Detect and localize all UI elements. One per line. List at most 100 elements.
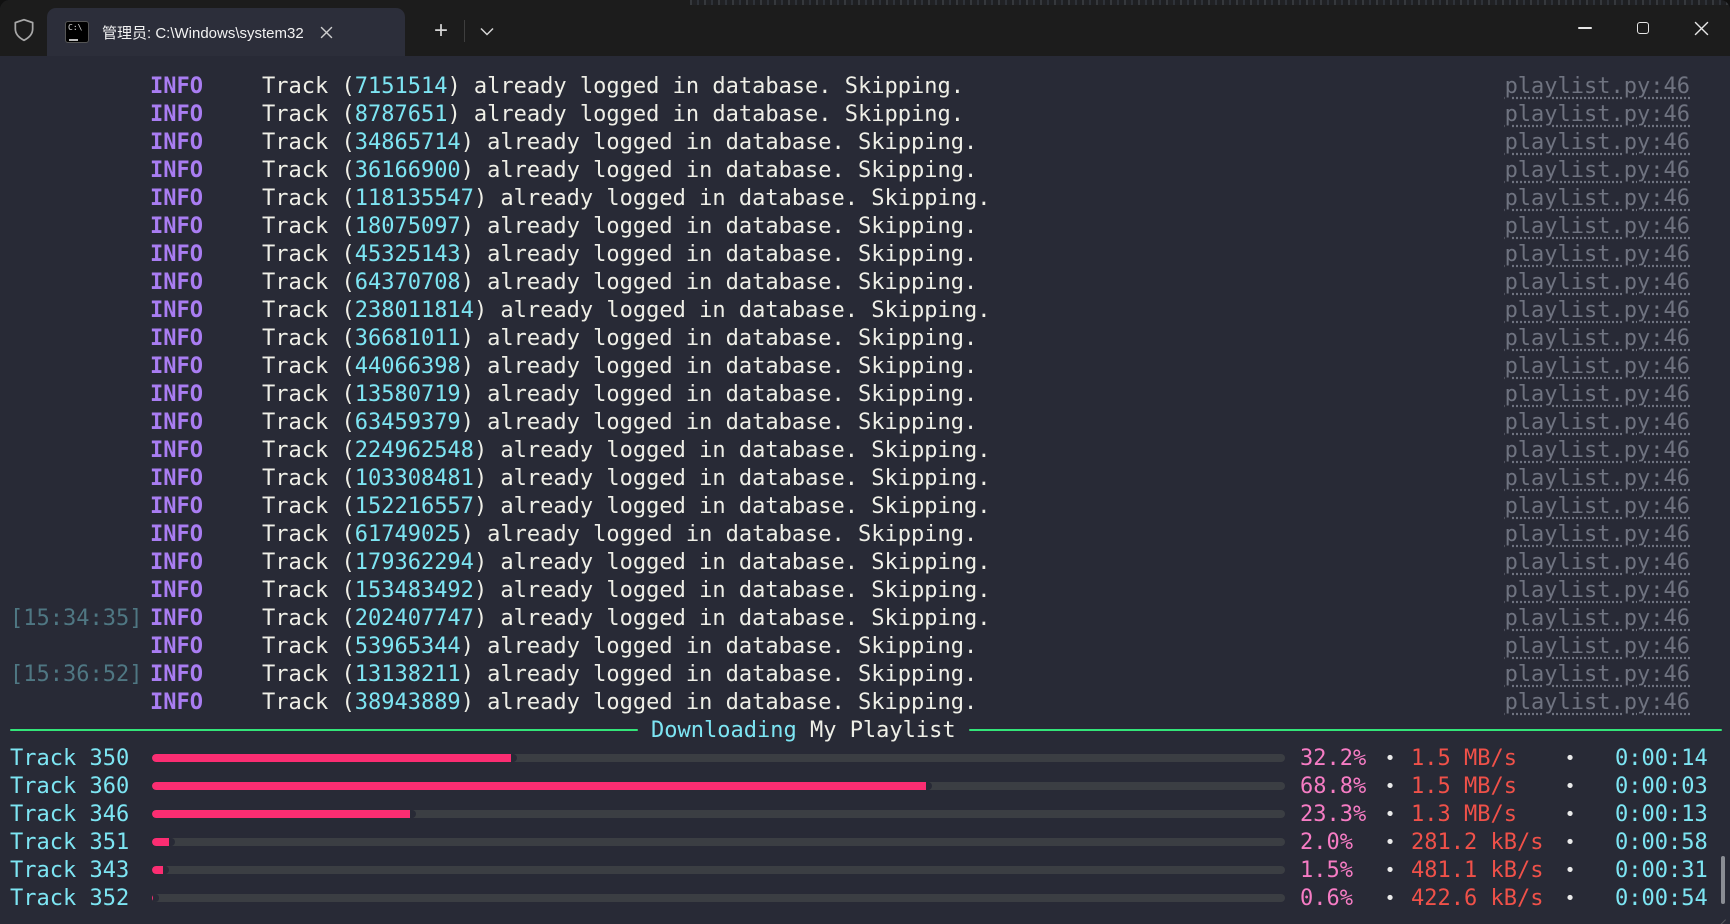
progress-eta: 0:00:03 [1615,773,1708,799]
file-link[interactable]: playlist.py:46 [1505,214,1690,239]
new-tab-button[interactable]: + [424,14,458,48]
message-prefix: Track ( [262,521,355,547]
message-suffix: ) already logged in database. Skipping. [447,73,964,99]
log-message: Track (224962548) already logged in data… [262,438,1505,463]
track-id: 7151514 [354,73,448,99]
message-prefix: Track ( [262,73,355,99]
track-id: 36166900 [354,157,461,183]
log-message: Track (13580719) already logged in datab… [262,382,1505,407]
file-link[interactable]: playlist.py:46 [1505,494,1690,519]
progress-bar-fill [152,838,175,846]
progress-bar-track [152,810,1285,818]
admin-shield-icon [14,18,34,42]
file-link[interactable]: playlist.py:46 [1505,662,1690,687]
log-row: INFO Track (45325143) already logged in d… [0,240,1730,268]
log-level: INFO [150,129,203,155]
log-row: INFO Track (13580719) already logged in d… [0,380,1730,408]
file-link[interactable]: playlist.py:46 [1505,242,1690,267]
message-suffix: ) already logged in database. Skipping. [473,577,991,603]
file-link[interactable]: playlist.py:46 [1505,606,1690,631]
message-suffix: ) already logged in database. Skipping. [460,325,978,351]
cmd-icon-prompt: C:\ [68,23,83,32]
track-id: 13138211 [354,661,461,687]
minimize-button[interactable] [1556,0,1614,56]
file-link[interactable]: playlist.py:46 [1505,410,1690,435]
maximize-icon [1637,22,1649,34]
log-level: INFO [150,241,203,267]
rule-line [968,729,1722,731]
file-link[interactable]: playlist.py:46 [1505,158,1690,183]
log-row: INFO Track (7151514) already logged in da… [0,72,1730,100]
track-id: 45325143 [354,241,461,267]
file-link[interactable]: playlist.py:46 [1505,326,1690,351]
file-link[interactable]: playlist.py:46 [1505,270,1690,295]
message-prefix: Track ( [262,493,355,519]
track-id: 64370708 [354,269,461,295]
message-prefix: Track ( [262,577,355,603]
file-link[interactable]: playlist.py:46 [1505,550,1690,575]
track-id: 53965344 [354,633,461,659]
message-suffix: ) already logged in database. Skipping. [460,633,978,659]
log-message: Track (36681011) already logged in datab… [262,326,1505,351]
log-level: INFO [150,381,203,407]
message-prefix: Track ( [262,157,355,183]
terminal-window: C:\ 管理员: C:\Windows\system32 + INFO Track… [0,0,1730,924]
bullet-separator-icon: • [1384,747,1396,769]
tab-dropdown-button[interactable] [470,14,504,48]
file-link[interactable]: playlist.py:46 [1505,74,1690,99]
progress-percent: 1.5% [1300,857,1353,883]
log-message: Track (36166900) already logged in datab… [262,158,1505,183]
message-prefix: Track ( [262,437,355,463]
message-prefix: Track ( [262,185,355,211]
file-link[interactable]: playlist.py:46 [1505,634,1690,659]
track-id: 202407747 [354,605,474,631]
file-link[interactable]: playlist.py:46 [1505,130,1690,155]
log-level: INFO [150,521,203,547]
maximize-button[interactable] [1614,0,1672,56]
message-suffix: ) already logged in database. Skipping. [460,689,978,715]
progress-bar-track [152,782,1285,790]
log-message: Track (179362294) already logged in data… [262,550,1505,575]
progress-percent: 2.0% [1300,829,1353,855]
file-link[interactable]: playlist.py:46 [1505,522,1690,547]
file-link[interactable]: playlist.py:46 [1505,186,1690,211]
message-prefix: Track ( [262,689,355,715]
resize-grip-icon[interactable] [1709,919,1726,924]
log-message: Track (152216557) already logged in data… [262,494,1505,519]
file-link[interactable]: playlist.py:46 [1505,298,1690,323]
file-link[interactable]: playlist.py:46 [1505,102,1690,127]
file-link[interactable]: playlist.py:46 [1505,578,1690,603]
titlebar[interactable]: C:\ 管理员: C:\Windows\system32 + [0,0,1730,56]
chevron-down-icon [480,27,494,36]
tab-close-icon[interactable] [314,19,340,45]
track-id: 153483492 [354,577,474,603]
scrollbar-thumb[interactable] [1721,856,1725,904]
progress-row: Track 343 1.5% • 481.1 kB/s • 0:00:31 [0,856,1730,884]
file-link[interactable]: playlist.py:46 [1505,466,1690,491]
log-row: INFO Track (36166900) already logged in d… [0,156,1730,184]
file-link[interactable]: playlist.py:46 [1505,354,1690,379]
track-id: 34865714 [354,129,461,155]
progress-row: Track 352 0.6% • 422.6 kB/s • 0:00:54 [0,884,1730,912]
log-row: INFO Track (238011814) already logged in … [0,296,1730,324]
progress-track-label: Track 346 [10,801,130,827]
rule-line [10,729,638,731]
file-link[interactable]: playlist.py:46 [1505,690,1690,715]
close-button[interactable] [1672,0,1730,56]
log-message: Track (44066398) already logged in datab… [262,354,1505,379]
log-row: INFO Track (44066398) already logged in d… [0,352,1730,380]
tab-admin-cmd[interactable]: C:\ 管理员: C:\Windows\system32 [47,8,405,56]
progress-bar-fill [152,782,932,790]
bullet-separator-icon: • [1384,831,1396,853]
progress-bar-track [152,754,1285,762]
file-link[interactable]: playlist.py:46 [1505,382,1690,407]
cmd-icon-cursor [69,39,78,41]
log-level: INFO [150,633,203,659]
message-suffix: ) already logged in database. Skipping. [460,521,978,547]
window-controls [1556,0,1730,56]
log-message: Track (53965344) already logged in datab… [262,634,1505,659]
progress-row: Track 351 2.0% • 281.2 kB/s • 0:00:58 [0,828,1730,856]
file-link[interactable]: playlist.py:46 [1505,438,1690,463]
terminal-viewport[interactable]: INFO Track (7151514) already logged in da… [0,56,1730,924]
log-row: INFO Track (179362294) already logged in … [0,548,1730,576]
